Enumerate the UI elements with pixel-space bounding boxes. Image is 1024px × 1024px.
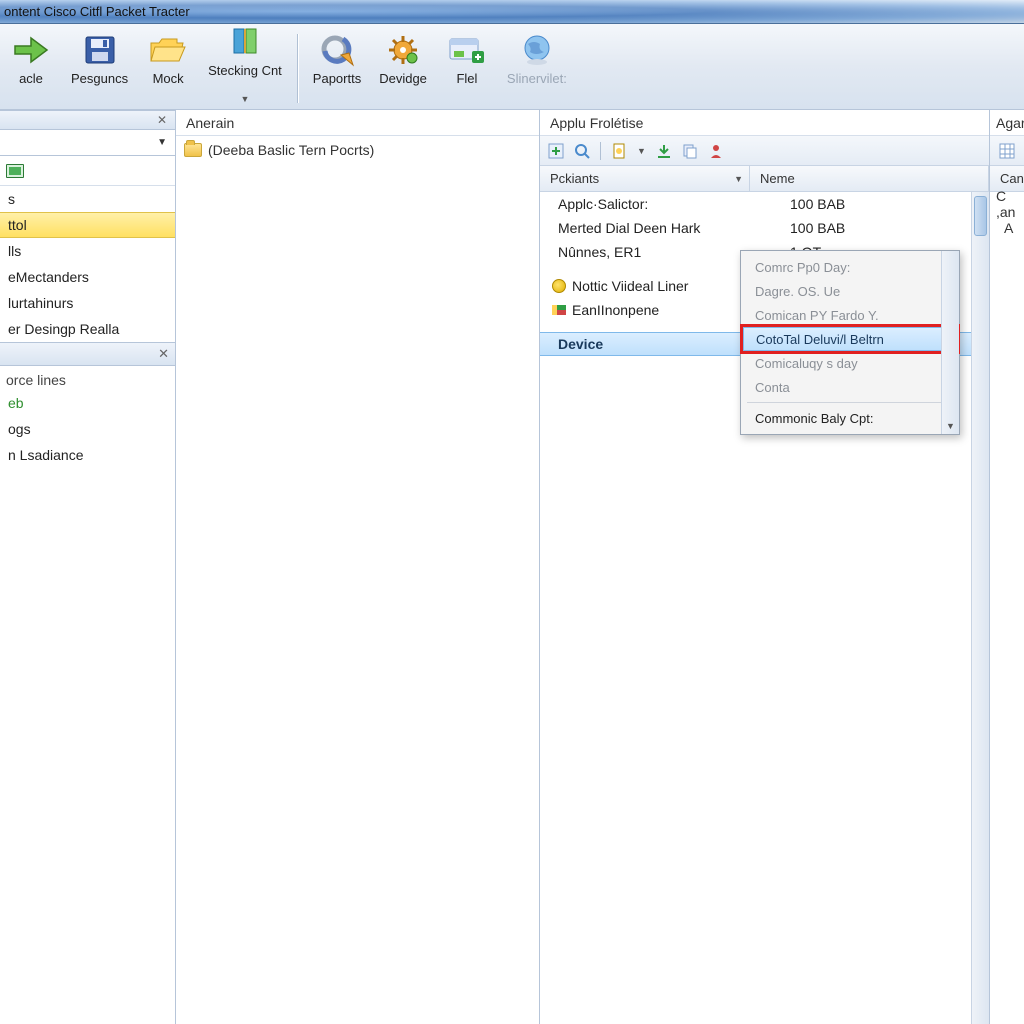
folder-icon: [184, 143, 202, 157]
farright-row[interactable]: A: [990, 216, 1024, 240]
menu-item[interactable]: Commonic Baly Cpt:: [743, 406, 957, 430]
toolbar-label: Pesguncs: [71, 72, 128, 104]
folder-open-icon: [148, 30, 188, 70]
doc-icon[interactable]: [611, 143, 627, 159]
middle-tree-item[interactable]: (Deeba Baslic Tern Pocrts): [184, 142, 531, 158]
left-column: ✕ ▼ s ttol lls eMectanders lurtahinurs e…: [0, 110, 176, 1024]
arrow-right-icon: [11, 30, 51, 70]
add-icon[interactable]: [548, 143, 564, 159]
globe-icon: [517, 30, 557, 70]
import-icon[interactable]: [656, 143, 672, 159]
chevron-down-icon[interactable]: ▼: [637, 146, 646, 156]
right-title: Applu Frolétise: [540, 110, 989, 136]
toolbar-label: Paportts: [313, 72, 361, 104]
tree-item[interactable]: eMectanders: [0, 264, 175, 290]
toolbar-btn-3[interactable]: Stecking Cnt ▼: [201, 19, 289, 109]
toolbar-btn-1[interactable]: Pesguncs: [64, 27, 135, 109]
find-icon[interactable]: [574, 143, 590, 159]
toolbar-btn-4[interactable]: Paportts: [306, 27, 368, 109]
link-item[interactable]: ogs: [0, 416, 175, 442]
copy-icon[interactable]: [682, 143, 698, 159]
farright-row[interactable]: C ,an: [990, 192, 1024, 216]
toolbar-label: Mock: [153, 72, 184, 104]
user-icon[interactable]: [708, 143, 724, 159]
context-menu: Comrc Pp0 Day: Dagre. OS. Ue Comican PY …: [740, 250, 960, 435]
menu-item[interactable]: Comicaluqy s day: [743, 351, 957, 375]
book-icon: [225, 22, 265, 62]
toolbar-label: Devidge: [379, 72, 427, 104]
middle-column: Anerain (Deeba Baslic Tern Pocrts): [176, 110, 540, 1024]
toolbar-label: Stecking Cnt: [208, 64, 282, 96]
title-bar: ontent Cisco Citfl Packet Tracter: [0, 0, 1024, 24]
link-list: eb ogs n Lsadiance: [0, 390, 175, 468]
flag-icon: [552, 305, 566, 315]
left-panel-subheader: ✕: [0, 342, 175, 366]
tree-item[interactable]: ttol: [0, 212, 175, 238]
menu-item[interactable]: Comican PY Fardo Y.: [743, 303, 957, 327]
toolbar-label: Flel: [456, 72, 477, 104]
menu-item-highlighted[interactable]: CotoTal Deluvi/l Beltrn: [743, 327, 957, 351]
tree-item[interactable]: lls: [0, 238, 175, 264]
toolbar-label: Slinervilet:: [507, 72, 567, 104]
right-column: Applu Frolétise ▼ Pckiants ▼ Neme Applc·…: [540, 110, 990, 1024]
grid-icon[interactable]: [999, 143, 1015, 159]
right-mini-toolbar: ▼: [540, 136, 989, 166]
folder-label: (Deeba Baslic Tern Pocrts): [208, 142, 374, 158]
link-item[interactable]: n Lsadiance: [0, 442, 175, 468]
tree-item[interactable]: er Desingp Realla: [0, 316, 175, 342]
note-icon: [552, 279, 566, 293]
window-title: ontent Cisco Citfl Packet Tracter: [4, 4, 190, 19]
resources-title: orce lines: [0, 366, 175, 390]
middle-tree: (Deeba Baslic Tern Pocrts): [176, 136, 539, 164]
toolbar-btn-0[interactable]: acle: [2, 27, 60, 109]
left-panel-header: ✕: [0, 110, 175, 130]
far-right-column: Agar Can C ,an A: [990, 110, 1024, 1024]
table-row[interactable]: Merted Dial Deen Hark 100 BAB: [540, 216, 989, 240]
table-row[interactable]: Applc·Salictor: 100 BAB: [540, 192, 989, 216]
refresh-icon: [317, 30, 357, 70]
chevron-down-icon: ▼: [157, 137, 167, 148]
device-icon[interactable]: [6, 164, 24, 178]
save-disk-icon: [80, 30, 120, 70]
gear-icon: [383, 30, 423, 70]
main-toolbar: acle Pesguncs Mock Stecking Cnt ▼: [0, 24, 1024, 110]
farright-title: Agar: [990, 110, 1024, 136]
chevron-down-icon: ▼: [240, 94, 249, 104]
toolbar-btn-5[interactable]: Devidge: [372, 27, 434, 109]
sort-caret-icon: ▼: [734, 174, 743, 184]
column-header[interactable]: Can: [990, 166, 1024, 191]
close-icon[interactable]: ✕: [158, 346, 169, 362]
vertical-scrollbar[interactable]: [971, 192, 989, 1024]
farright-header: Can: [990, 166, 1024, 192]
close-icon[interactable]: ✕: [155, 113, 169, 127]
grid-body: Applc·Salictor: 100 BAB Merted Dial Deen…: [540, 192, 989, 1024]
menu-item[interactable]: Dagre. OS. Ue: [743, 279, 957, 303]
column-header-pckiants[interactable]: Pckiants ▼: [540, 166, 750, 191]
window-add-icon: [447, 30, 487, 70]
scroll-thumb[interactable]: [974, 196, 987, 236]
menu-item[interactable]: Comrc Pp0 Day:: [743, 255, 957, 279]
tree-item[interactable]: s: [0, 186, 175, 212]
middle-title: Anerain: [176, 110, 539, 136]
tree-item[interactable]: lurtahinurs: [0, 290, 175, 316]
toolbar-btn-2[interactable]: Mock: [139, 27, 197, 109]
left-icon-row: [0, 156, 175, 186]
toolbar-btn-6[interactable]: Flel: [438, 27, 496, 109]
toolbar-label: acle: [19, 72, 43, 104]
left-tree: s ttol lls eMectanders lurtahinurs er De…: [0, 186, 175, 342]
toolbar-separator: [297, 34, 298, 103]
toolbar-separator: [600, 142, 601, 160]
column-header-neme[interactable]: Neme: [750, 166, 989, 191]
left-search-row[interactable]: ▼: [0, 130, 175, 156]
chevron-down-icon[interactable]: ▼: [942, 418, 959, 434]
menu-item[interactable]: Conta: [743, 375, 957, 399]
farright-toolbar: [990, 136, 1024, 166]
menu-scrollbar[interactable]: ▼: [941, 251, 959, 434]
menu-separator: [747, 402, 953, 403]
link-item[interactable]: eb: [0, 390, 175, 416]
toolbar-btn-7[interactable]: Slinervilet:: [500, 27, 574, 109]
grid-header: Pckiants ▼ Neme: [540, 166, 989, 192]
main-area: ✕ ▼ s ttol lls eMectanders lurtahinurs e…: [0, 110, 1024, 1024]
